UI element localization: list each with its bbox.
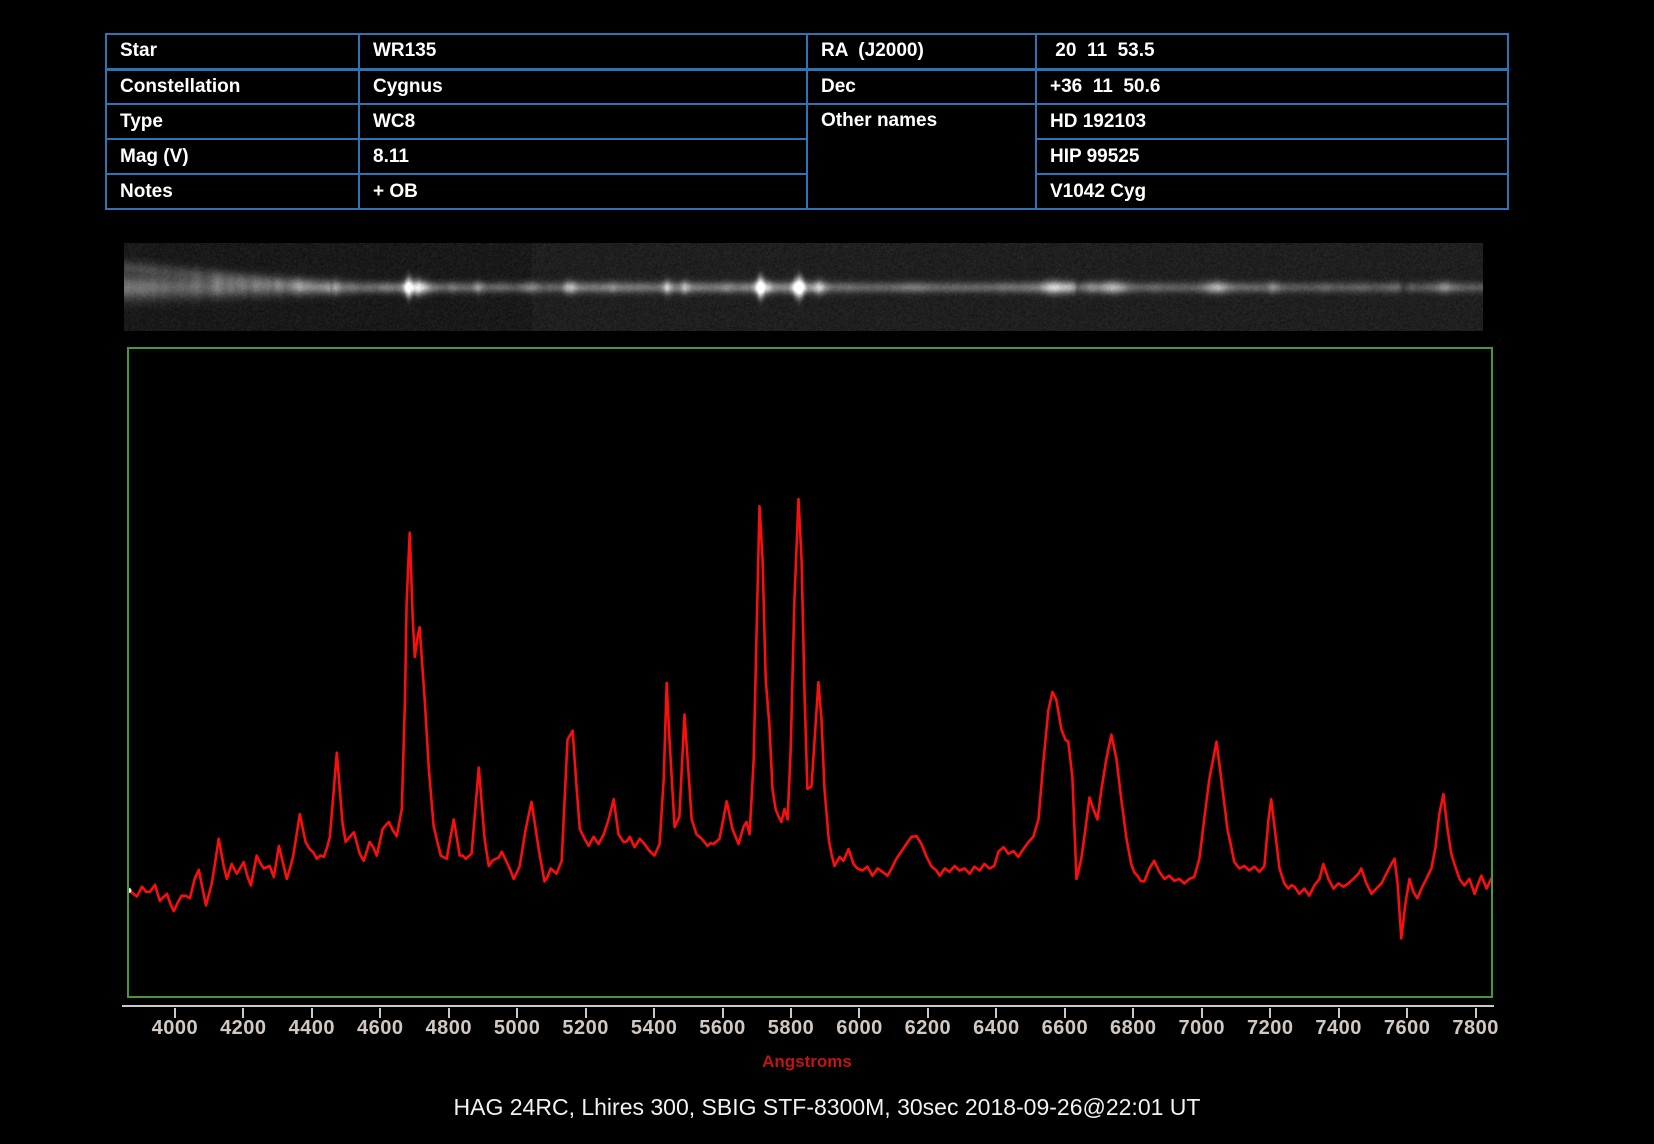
axis-tick-label: 6400 [973, 1017, 1020, 1039]
table-value-type: WC8 [358, 103, 808, 140]
axis-tick-label: 6200 [904, 1017, 952, 1039]
spectrum-line-chart [129, 497, 1491, 940]
spectrum-plot-box [127, 347, 1493, 998]
table-value-other-name-2: HIP 99525 [1035, 138, 1509, 175]
spectrum-strip-image [124, 243, 1483, 331]
table-value-notes: + OB [358, 173, 808, 210]
table-label-notes: Notes [105, 173, 360, 210]
page: Star WR135 RA (J2000) 20 11 53.5 Constel… [0, 0, 1654, 1144]
table-value-ra: 20 11 53.5 [1035, 33, 1509, 71]
axis-tick-label: 7000 [1178, 1017, 1225, 1039]
table-label-constellation: Constellation [105, 68, 360, 105]
axis-tick-label: 5400 [630, 1017, 678, 1039]
axis-tick-label: 4800 [425, 1017, 472, 1039]
axis-tick-label: 7800 [1452, 1017, 1499, 1039]
axis-tick-label: 5000 [493, 1017, 541, 1039]
table-label-type: Type [105, 103, 360, 140]
table-label-dec: Dec [806, 68, 1037, 105]
axis-tick-label: 4200 [220, 1017, 267, 1039]
table-value-other-name-1: HD 192103 [1035, 103, 1509, 140]
axis-tick-label: 5600 [699, 1017, 746, 1039]
axis-tick-label: 4000 [151, 1017, 199, 1039]
axis-tick-label: 7600 [1383, 1017, 1431, 1039]
table-label-other-names: Other names [806, 103, 1037, 210]
table-value-dec: +36 11 50.6 [1035, 68, 1509, 105]
axis-tick-label: 4400 [288, 1017, 336, 1039]
axis-tick-label: 6000 [836, 1017, 883, 1039]
table-label-mag: Mag (V) [105, 138, 360, 175]
axis-tick-label: 4600 [356, 1017, 404, 1039]
table-value-other-name-3: V1042 Cyg [1035, 173, 1509, 210]
table-label-ra: RA (J2000) [806, 33, 1037, 71]
star-info-table: Star WR135 RA (J2000) 20 11 53.5 Constel… [105, 33, 1509, 210]
axis-tick-label: 5200 [562, 1017, 609, 1039]
axis-tick-label: 7400 [1315, 1017, 1362, 1039]
table-label-star: Star [105, 33, 360, 71]
caption: HAG 24RC, Lhires 300, SBIG STF-8300M, 30… [453, 1094, 1201, 1120]
axis-tick-label: 6800 [1110, 1017, 1157, 1039]
spectrum-curve [129, 497, 1491, 940]
x-axis-line [122, 1005, 1494, 1007]
x-axis-label: Angstroms [762, 1052, 852, 1071]
axis-tick-label: 5800 [767, 1017, 815, 1039]
axis-tick-label: 7200 [1246, 1017, 1294, 1039]
table-value-mag: 8.11 [358, 138, 808, 175]
table-value-star: WR135 [358, 33, 808, 71]
table-value-constellation: Cygnus [358, 68, 808, 105]
axis-tick-label: 6600 [1041, 1017, 1089, 1039]
